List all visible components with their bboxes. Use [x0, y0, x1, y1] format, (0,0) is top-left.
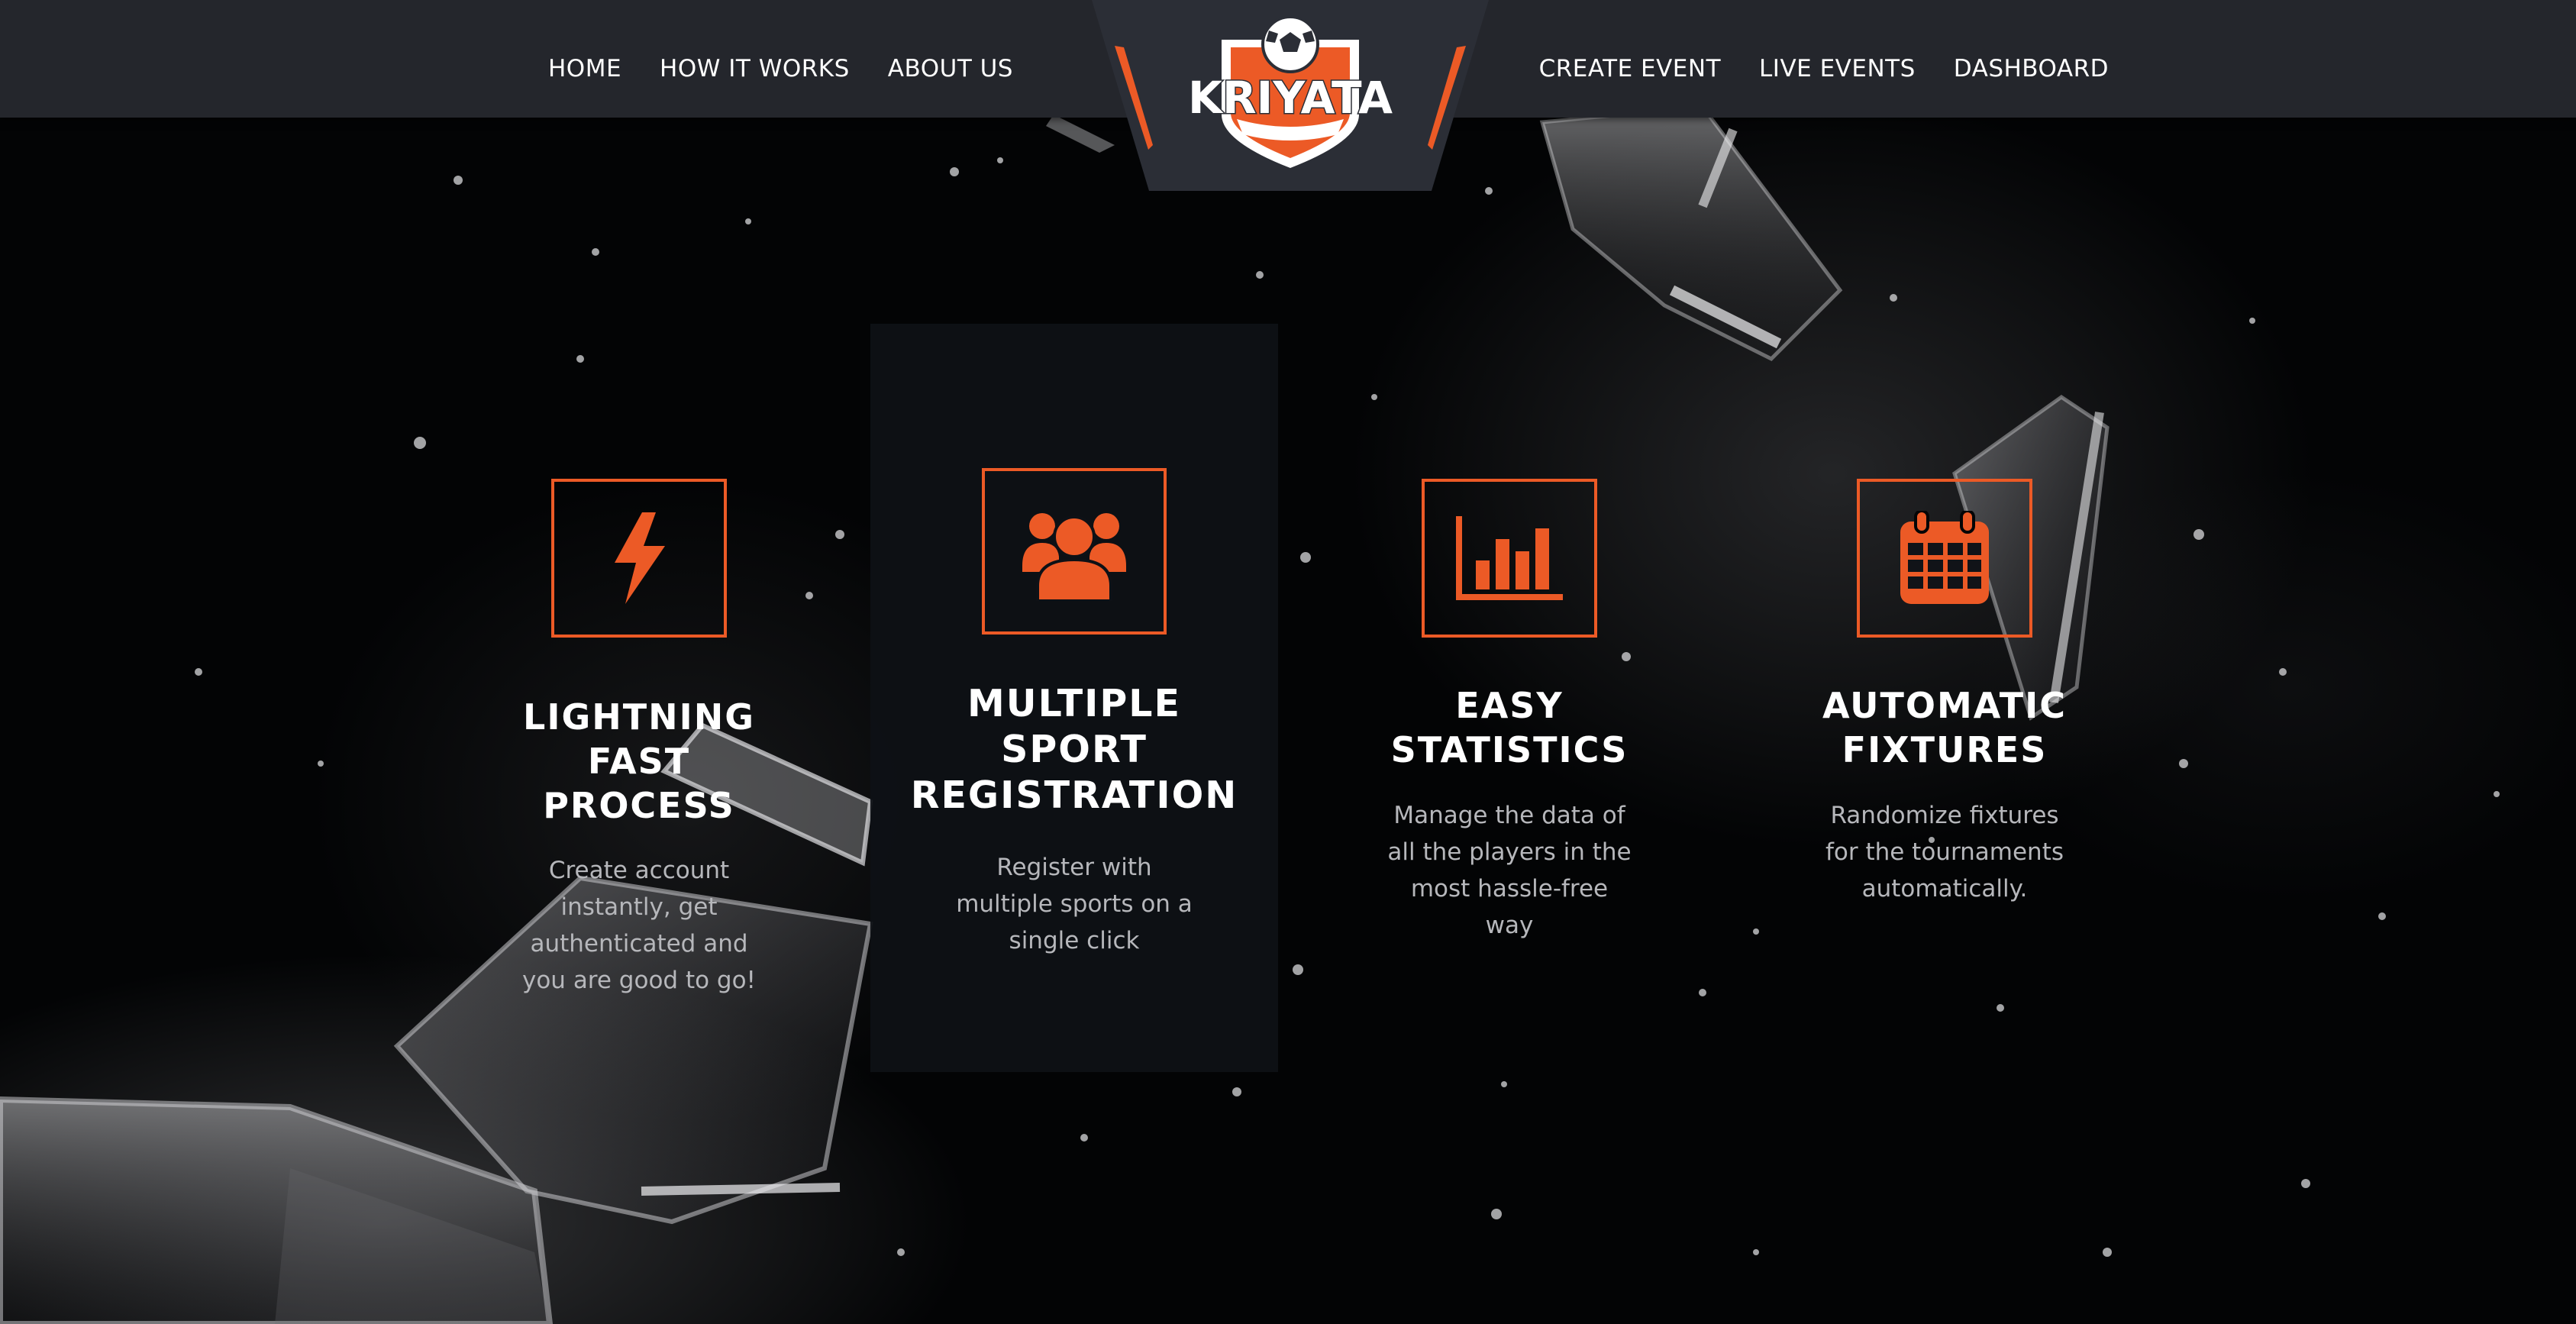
lightning-icon [615, 512, 665, 604]
bar-chart-icon [1456, 516, 1563, 600]
shattered-glass-decoration [0, 105, 2500, 1324]
feature-icon-box [1857, 479, 2032, 638]
feature-description: Manage the data of all the players in th… [1387, 802, 1632, 939]
nav-link-about-us[interactable]: ABOUT US [888, 55, 1013, 82]
feature-title: EASY STATISTICS [1390, 685, 1629, 770]
feature-icon-box [1422, 479, 1597, 638]
nav-link-live-events[interactable]: LIVE EVENTS [1759, 55, 1916, 82]
feature-description: Register with multiple sports on a singl… [956, 854, 1193, 954]
feature-title: LIGHTNING FAST PROCESS [523, 696, 755, 826]
nav-link-dashboard[interactable]: DASHBOARD [1954, 55, 2109, 82]
logo-text: KRIYATA [1188, 72, 1393, 124]
brand-logo: KRIYATA [1092, 0, 1489, 191]
feature-icon-box [982, 468, 1167, 635]
hero-background [0, 0, 2576, 1324]
nav-link-home[interactable]: HOME [548, 55, 621, 82]
feature-description: Randomize fixtures for the tournaments a… [1825, 802, 2064, 903]
nav-link-create-event[interactable]: CREATE EVENT [1539, 55, 1721, 82]
feature-icon-box [551, 479, 727, 638]
nav-link-how-it-works[interactable]: HOW IT WORKS [660, 55, 850, 82]
users-group-icon [1022, 513, 1126, 601]
feature-description: Create account instantly, get authentica… [522, 857, 756, 994]
primary-nav-right: CREATE EVENT LIVE EVENTS DASHBOARD [1539, 0, 2109, 137]
feature-title: MULTIPLE SPORT REGISTRATION [910, 682, 1238, 817]
logo-link[interactable]: KRIYATA [1092, 0, 1489, 192]
primary-nav-left: HOME HOW IT WORKS ABOUT US [548, 0, 1013, 137]
feature-title: AUTOMATIC FIXTURES [1822, 685, 2068, 770]
calendar-icon [1900, 511, 1989, 604]
